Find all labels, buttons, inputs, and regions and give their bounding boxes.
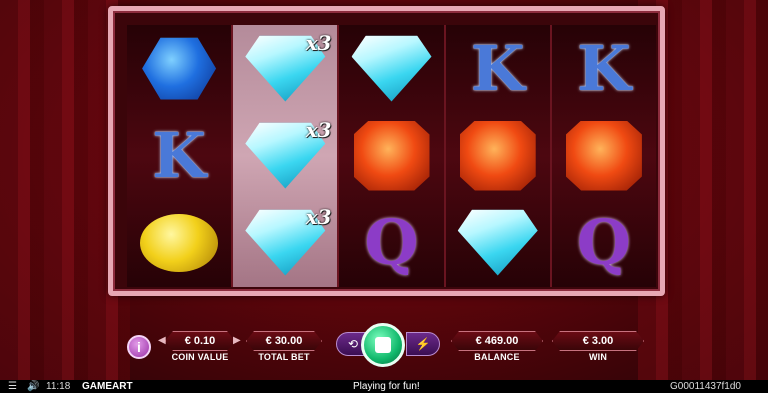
symbol-gem-blue-icon <box>142 37 217 100</box>
reel-3: Q <box>339 25 446 287</box>
coin-decrease-button[interactable]: ◀ <box>158 335 166 346</box>
reels[interactable]: Kx3 x3 x3 Q K K Q <box>127 25 657 287</box>
reel-cell: x3 <box>233 25 337 112</box>
multiplier-badge: x3 <box>305 31 332 55</box>
sound-icon[interactable]: 🔊 <box>27 380 39 393</box>
coin-increase-button[interactable]: ▶ <box>233 335 241 346</box>
reel-cell <box>127 199 231 286</box>
game-stage: Kx3 x3 x3 Q K K Q i ◀ € 0.10 ▶ COIN VALUE € 30… <box>0 0 768 380</box>
round-id: G00011437f1d0 <box>670 381 741 392</box>
symbol-k: K <box>152 118 207 192</box>
reel-cell <box>339 25 443 112</box>
reel-cell: K <box>446 25 550 112</box>
reel-5: KQ <box>551 25 657 287</box>
multiplier-badge: x3 <box>305 118 332 142</box>
clock-time: 11:18 <box>46 381 71 392</box>
reel-1: K <box>127 25 234 287</box>
reel-2: x3 x3 x3 <box>233 25 340 287</box>
symbol-gem-yellow-icon <box>140 213 219 272</box>
reel-cell <box>446 199 550 286</box>
win-field: € 3.00 <box>552 331 644 351</box>
reel-cell <box>339 112 443 199</box>
win-value: € 3.00 <box>582 335 614 347</box>
coin-value: € 0.10 <box>184 335 216 347</box>
menu-icon[interactable]: ☰ <box>8 380 17 393</box>
symbol-gem-red-icon <box>565 120 642 191</box>
footer-bar: ☰ 🔊 11:18 GAMEART Playing for fun! G0001… <box>0 380 768 393</box>
win-label: WIN <box>588 352 608 362</box>
symbol-k: K <box>470 31 525 105</box>
total-bet-value: € 30.00 <box>265 335 303 347</box>
reel-frame: Kx3 x3 x3 Q K K Q <box>108 6 665 296</box>
reel-cell <box>552 112 656 199</box>
symbol-diamond-icon <box>351 35 432 102</box>
symbol-k: K <box>576 31 631 105</box>
balance-value: € 469.00 <box>475 335 519 347</box>
multiplier-badge: x3 <box>305 205 332 229</box>
lightning-icon: ⚡ <box>415 337 431 351</box>
reel-cell: Q <box>339 199 443 286</box>
balance-field: € 469.00 <box>451 331 543 351</box>
symbol-gem-red-icon <box>459 120 536 191</box>
play-mode-status: Playing for fun! <box>353 381 420 392</box>
reel-cell: K <box>127 112 231 199</box>
symbol-diamond-icon <box>457 209 538 276</box>
reel-cell: K <box>552 25 656 112</box>
turbo-button[interactable]: ⚡ <box>406 332 440 356</box>
autoplay-icon: ⟲ <box>347 337 359 351</box>
balance-label: BALANCE <box>474 352 520 362</box>
reel-cell <box>127 25 231 112</box>
reel-cell: x3 <box>233 112 337 199</box>
spin-button[interactable] <box>361 323 405 367</box>
info-button[interactable]: i <box>127 335 151 359</box>
total-bet-field[interactable]: € 30.00 <box>246 331 322 351</box>
control-bar: i ◀ € 0.10 ▶ COIN VALUE € 30.00 TOTAL BE… <box>0 323 768 373</box>
reel-cell: x3 <box>233 199 337 286</box>
info-icon: i <box>137 339 141 355</box>
symbol-q: Q <box>576 205 631 279</box>
total-bet-label: TOTAL BET <box>258 352 310 362</box>
coin-value-label: COIN VALUE <box>171 352 229 362</box>
stop-icon <box>375 337 391 353</box>
coin-value-field[interactable]: € 0.10 <box>165 331 235 351</box>
brand-logo: GAMEART <box>82 381 133 392</box>
symbol-q: Q <box>364 205 419 279</box>
reel-4: K <box>445 25 552 287</box>
reel-cell <box>446 112 550 199</box>
symbol-gem-red-icon <box>353 120 430 191</box>
reel-cell: Q <box>552 199 656 286</box>
